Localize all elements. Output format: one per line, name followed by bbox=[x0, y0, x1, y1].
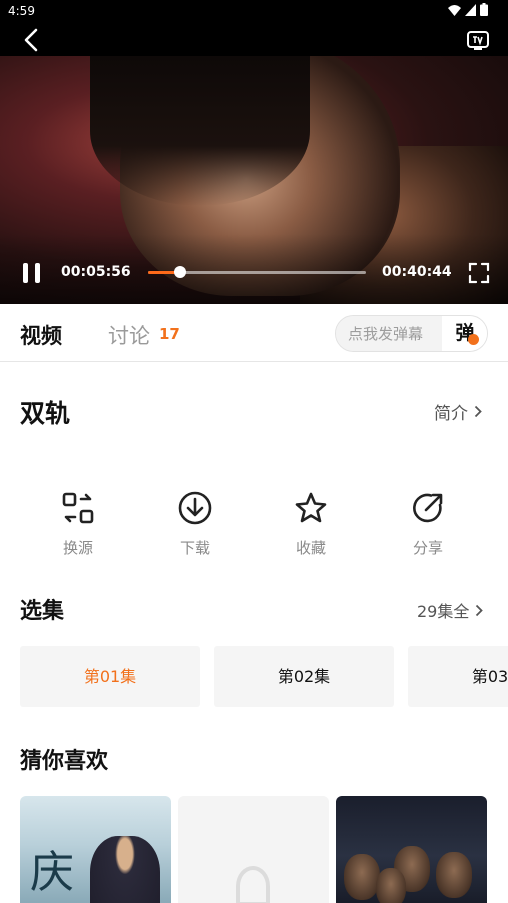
fullscreen-icon[interactable] bbox=[468, 262, 490, 284]
intro-link[interactable]: 简介 bbox=[434, 399, 482, 424]
recommendation-card[interactable] bbox=[178, 796, 329, 903]
status-icons bbox=[448, 3, 488, 16]
cast-tv-icon[interactable] bbox=[466, 28, 490, 52]
episodes-all-link[interactable]: 29集全 bbox=[417, 598, 484, 622]
intro-link-label: 简介 bbox=[434, 404, 468, 424]
player-top-bar bbox=[0, 22, 508, 56]
share-icon bbox=[413, 493, 443, 523]
action-label: 收藏 bbox=[295, 539, 326, 557]
chevron-right-icon bbox=[474, 405, 482, 418]
current-time: 00:05:56 bbox=[61, 264, 131, 280]
progress-slider[interactable] bbox=[148, 266, 366, 278]
progress-handle[interactable] bbox=[173, 266, 186, 278]
poster-title-art: 庆 bbox=[30, 847, 74, 898]
action-label: 换源 bbox=[62, 539, 93, 557]
pause-icon bbox=[23, 263, 28, 283]
pause-button[interactable] bbox=[22, 263, 42, 283]
action-label: 分享 bbox=[412, 539, 443, 557]
episode-list: 第01集 第02集 第03集 bbox=[0, 646, 508, 707]
back-icon[interactable] bbox=[18, 26, 46, 54]
download-icon bbox=[178, 491, 212, 525]
episode-item[interactable]: 第01集 bbox=[20, 646, 200, 707]
status-time: 4:59 bbox=[8, 4, 35, 18]
signal-icon bbox=[465, 3, 476, 16]
show-title: 双轨 bbox=[20, 399, 71, 428]
poster-image bbox=[344, 854, 380, 900]
player-controls: 00:05:56 00:40:44 bbox=[0, 258, 508, 288]
discussion-count-badge: 17 bbox=[159, 325, 180, 343]
action-row: 换源 下载 收藏 分享 bbox=[0, 490, 508, 560]
episode-item[interactable]: 第02集 bbox=[214, 646, 394, 707]
download-button[interactable]: 下载 bbox=[155, 490, 235, 558]
star-icon bbox=[295, 492, 327, 523]
episodes-heading: 选集 bbox=[20, 599, 65, 624]
action-label: 下载 bbox=[179, 539, 210, 557]
recommendation-card[interactable] bbox=[336, 796, 487, 903]
favorite-button[interactable]: 收藏 bbox=[271, 490, 351, 558]
danmu-enabled-icon bbox=[468, 334, 479, 345]
recommendation-card[interactable]: 庆 bbox=[20, 796, 171, 903]
danmu-bar: 弹 bbox=[335, 315, 488, 352]
recommendation-list: 庆 bbox=[0, 796, 508, 903]
tab-discussion[interactable]: 讨论 bbox=[108, 320, 150, 350]
switch-source-button[interactable]: 换源 bbox=[38, 490, 118, 558]
content-tabs: 视频 讨论 17 弹 bbox=[0, 304, 508, 362]
danmu-input[interactable] bbox=[336, 316, 442, 351]
duration-time: 00:40:44 bbox=[382, 264, 452, 280]
share-button[interactable]: 分享 bbox=[388, 490, 468, 558]
episode-item[interactable]: 第03集 bbox=[408, 646, 508, 707]
wifi-icon bbox=[448, 4, 461, 16]
danmu-toggle-button[interactable]: 弹 bbox=[442, 316, 487, 351]
status-bar: 4:59 bbox=[0, 0, 508, 22]
chevron-right-icon bbox=[476, 604, 484, 616]
poster-image bbox=[90, 836, 160, 903]
recommendations-heading: 猜你喜欢 bbox=[20, 749, 109, 774]
battery-icon bbox=[480, 3, 488, 16]
placeholder-logo-icon bbox=[236, 866, 270, 903]
switch-source-icon bbox=[62, 492, 94, 524]
episodes-count: 29集全 bbox=[417, 602, 470, 621]
tab-video[interactable]: 视频 bbox=[20, 320, 62, 350]
